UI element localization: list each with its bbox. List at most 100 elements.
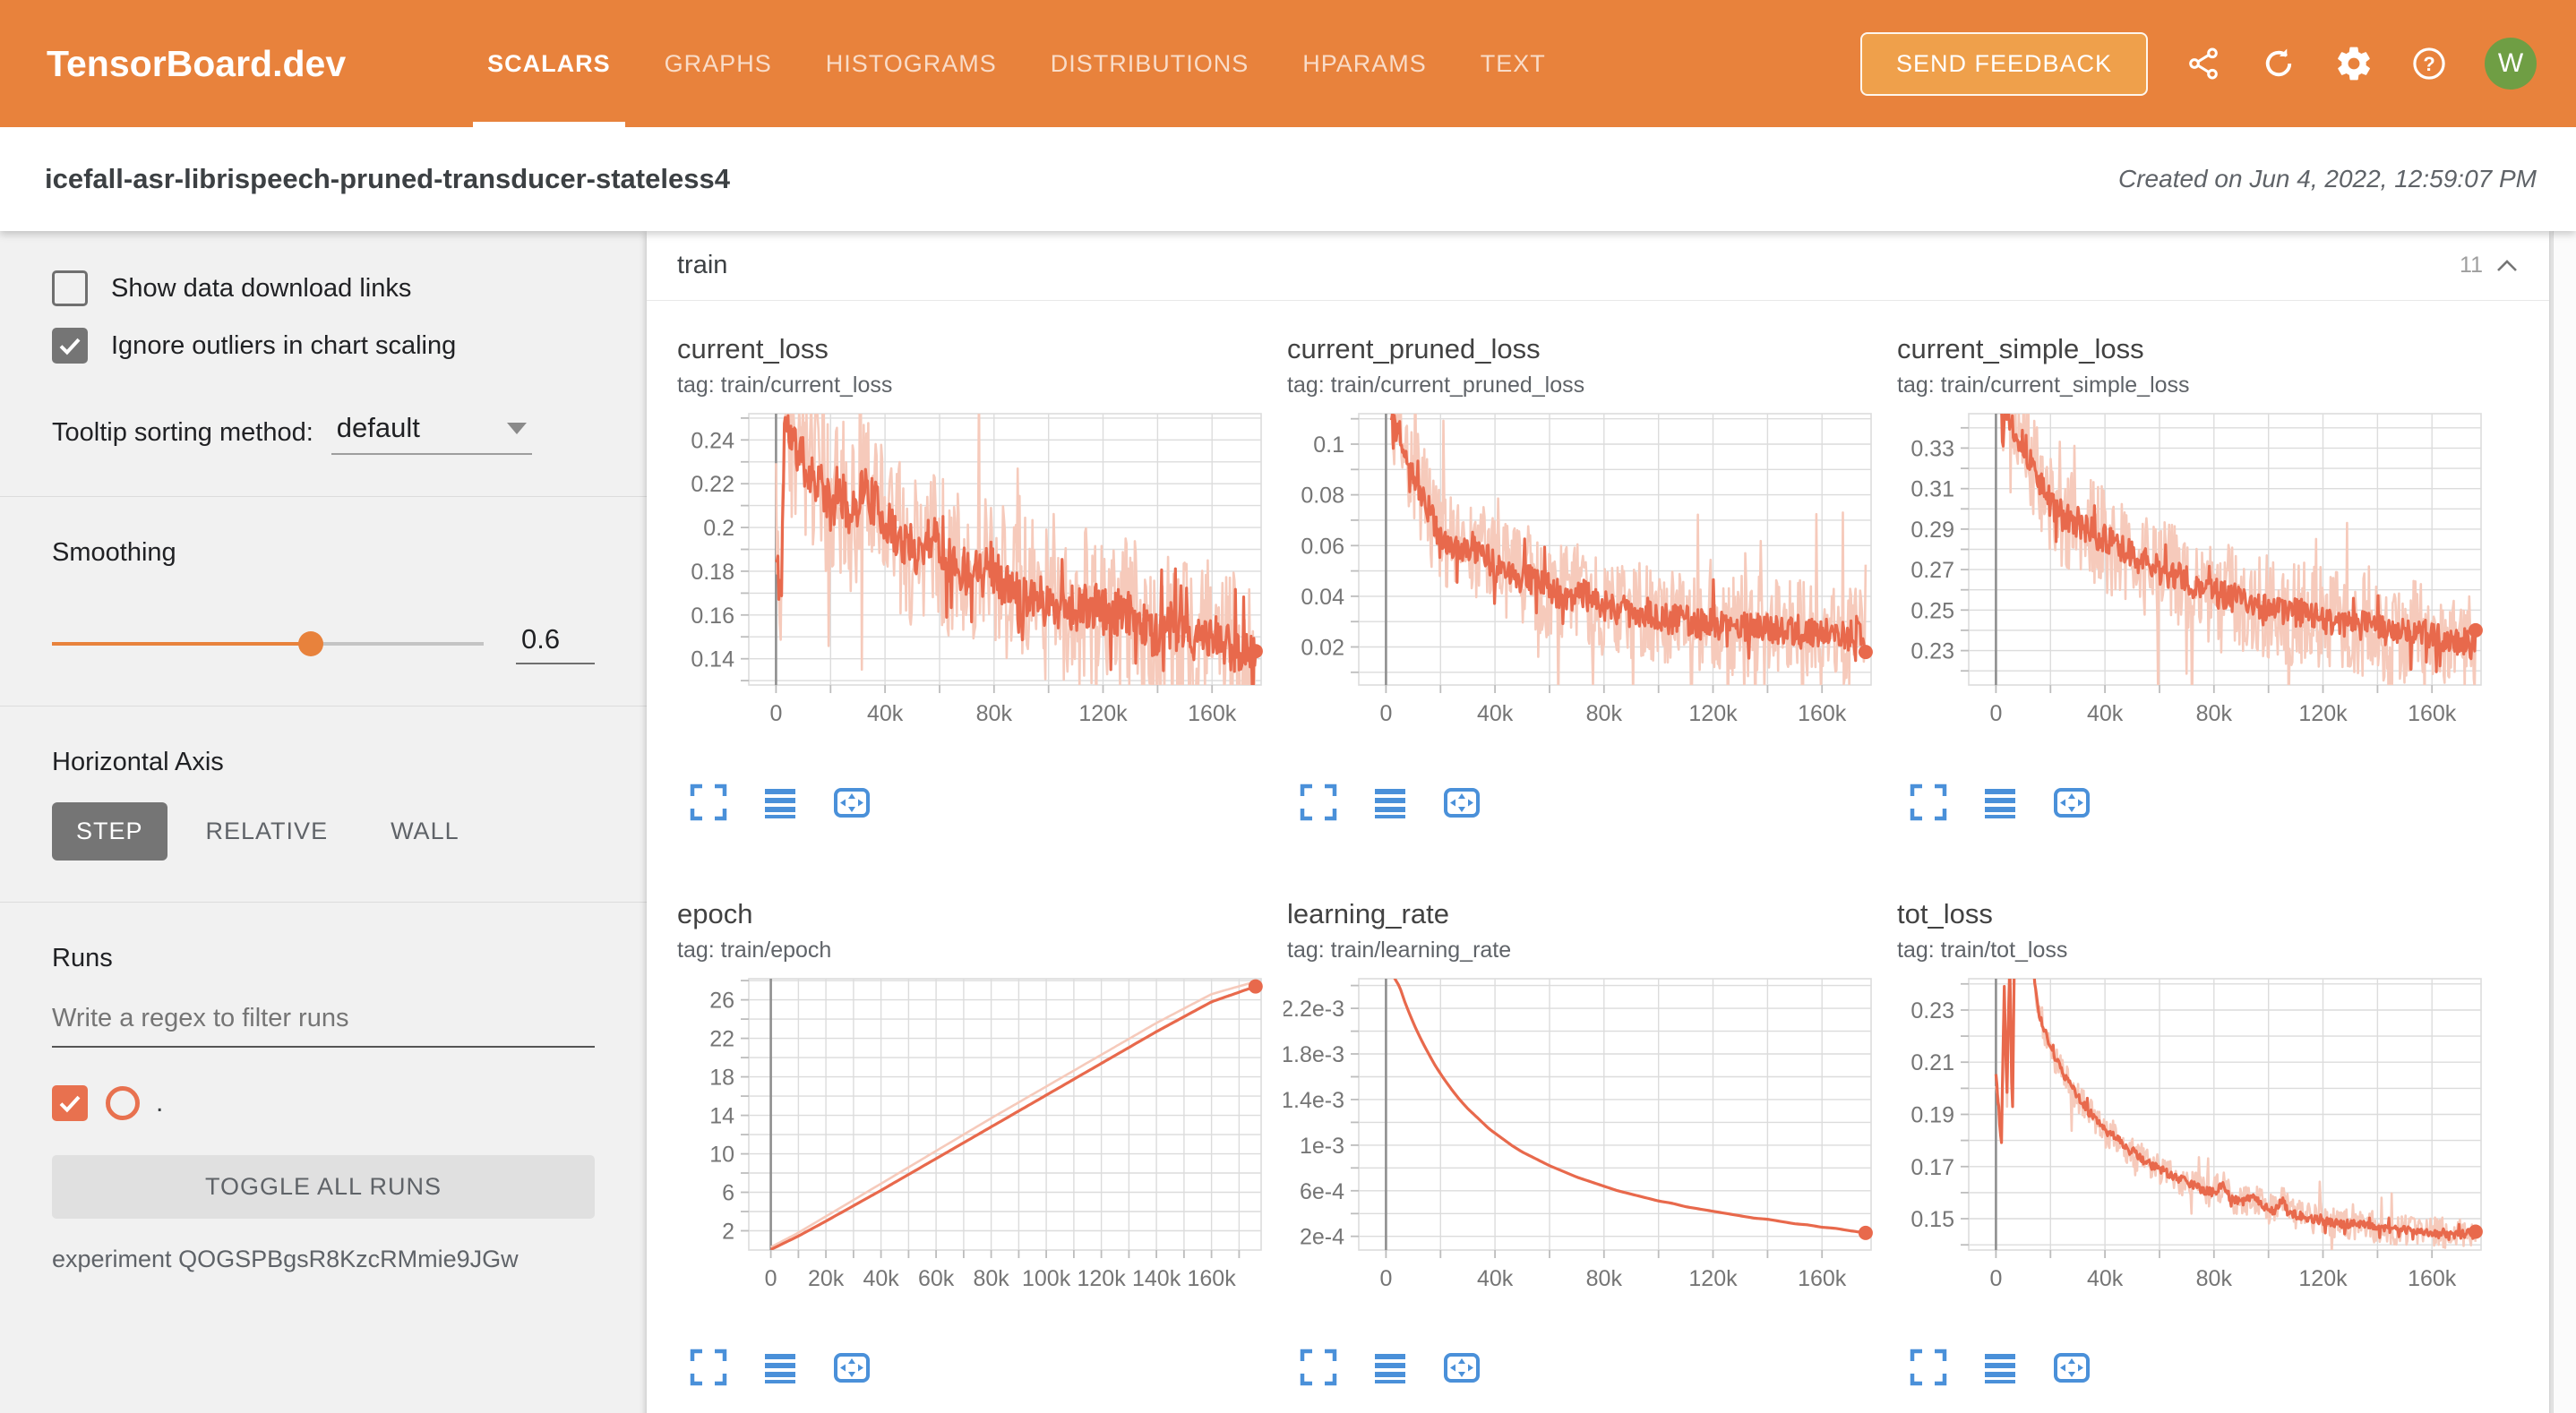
axis-step-button[interactable]: STEP	[52, 802, 167, 861]
tab-graphs[interactable]: GRAPHS	[638, 0, 799, 127]
chevron-up-icon[interactable]	[2495, 259, 2519, 273]
chart-title: current_simple_loss	[1897, 333, 2503, 365]
svg-text:1e-3: 1e-3	[1300, 1134, 1344, 1159]
brand-title: TensorBoard.dev	[47, 43, 346, 85]
section-header-right: 11	[2460, 253, 2519, 278]
svg-text:120k: 120k	[2298, 701, 2348, 726]
axis-wall-button[interactable]: WALL	[366, 802, 484, 861]
show-download-links-checkbox[interactable]: Show data download links	[52, 270, 595, 306]
smoothing-value-field[interactable]: 0.6	[516, 623, 595, 664]
svg-text:0: 0	[1989, 701, 2002, 726]
fullscreen-icon[interactable]	[688, 1347, 729, 1388]
tooltip-sorting-select[interactable]: default	[331, 412, 532, 455]
chart-tag: tag: train/current_loss	[677, 373, 1284, 398]
svg-text:0.08: 0.08	[1301, 484, 1344, 509]
fullscreen-icon[interactable]	[688, 782, 729, 823]
tab-text[interactable]: TEXT	[1454, 0, 1573, 127]
tab-hparams[interactable]: HPARAMS	[1275, 0, 1454, 127]
checkbox-checked-icon[interactable]	[52, 328, 88, 364]
chart-plot-current_loss[interactable]: 040k80k120k160k0.240.220.20.180.160.14	[674, 411, 1265, 773]
chart-actions	[1298, 1347, 1893, 1388]
svg-text:160k: 160k	[2408, 701, 2457, 726]
chart-plot-learning_rate[interactable]: 040k80k120k160k2.2e-31.8e-31.4e-31e-36e-…	[1284, 976, 1875, 1338]
svg-text:0.14: 0.14	[691, 647, 734, 672]
horizontal-bars-icon[interactable]	[760, 1347, 801, 1388]
share-icon[interactable]	[2184, 44, 2223, 83]
help-icon[interactable]: ?	[2409, 44, 2449, 83]
chart-tag: tag: train/learning_rate	[1287, 938, 1893, 963]
fit-to-data-icon[interactable]	[831, 782, 872, 823]
ignore-outliers-checkbox[interactable]: Ignore outliers in chart scaling	[52, 328, 595, 364]
run-color-swatch-icon	[106, 1086, 140, 1120]
fullscreen-icon[interactable]	[1908, 782, 1949, 823]
refresh-icon[interactable]	[2259, 44, 2298, 83]
checkbox-label: Show data download links	[111, 274, 411, 304]
svg-text:0.22: 0.22	[691, 472, 734, 497]
smoothing-slider-row: 0.6	[52, 623, 595, 664]
chart-plot-tot_loss[interactable]: 040k80k120k160k0.230.210.190.170.15	[1893, 976, 2485, 1338]
svg-text:10: 10	[709, 1143, 734, 1168]
fit-to-data-icon[interactable]	[1441, 782, 1482, 823]
chart-title: current_loss	[677, 333, 1284, 365]
run-checkbox-icon[interactable]	[52, 1085, 88, 1121]
svg-text:0.16: 0.16	[691, 604, 734, 629]
settings-gear-icon[interactable]	[2334, 44, 2374, 83]
svg-text:0.21: 0.21	[1911, 1050, 1954, 1075]
slider-thumb[interactable]	[298, 631, 323, 656]
chart-actions	[688, 782, 1284, 823]
chart-card-current_simple_loss: current_simple_loss tag: train/current_si…	[1893, 333, 2503, 823]
fullscreen-icon[interactable]	[1908, 1347, 1949, 1388]
svg-text:18: 18	[709, 1066, 734, 1091]
run-row[interactable]: .	[52, 1085, 595, 1121]
horizontal-bars-icon[interactable]	[760, 782, 801, 823]
tab-histograms[interactable]: HISTOGRAMS	[799, 0, 1024, 127]
svg-text:0.18: 0.18	[691, 560, 734, 585]
chart-tag: tag: train/epoch	[677, 938, 1284, 963]
svg-text:160k: 160k	[1187, 1266, 1236, 1291]
user-avatar[interactable]: W	[2485, 38, 2537, 90]
run-name: .	[156, 1088, 163, 1118]
send-feedback-button[interactable]: SEND FEEDBACK	[1860, 32, 2148, 96]
experiment-title: icefall-asr-librispeech-pruned-transduce…	[45, 163, 730, 195]
runs-filter-input[interactable]	[52, 1004, 595, 1048]
svg-text:0.02: 0.02	[1301, 636, 1344, 661]
svg-text:0.25: 0.25	[1911, 598, 1954, 623]
svg-text:0.15: 0.15	[1911, 1207, 1954, 1232]
train-section-header[interactable]: train 11	[647, 231, 2549, 301]
tab-distributions[interactable]: DISTRIBUTIONS	[1024, 0, 1276, 127]
svg-text:120k: 120k	[2298, 1266, 2348, 1291]
svg-text:0.33: 0.33	[1911, 436, 1954, 461]
fit-to-data-icon[interactable]	[831, 1347, 872, 1388]
chart-plot-current_pruned_loss[interactable]: 040k80k120k160k0.10.080.060.040.02	[1284, 411, 1875, 773]
svg-text:0.29: 0.29	[1911, 518, 1954, 543]
fit-to-data-icon[interactable]	[2051, 782, 2092, 823]
smoothing-slider[interactable]	[52, 642, 484, 646]
chart-plot-epoch[interactable]: 020k40k60k80k100k120k140k160k26221814106…	[674, 976, 1265, 1338]
horizontal-bars-icon[interactable]	[1370, 1347, 1411, 1388]
fullscreen-icon[interactable]	[1298, 1347, 1339, 1388]
horizontal-bars-icon[interactable]	[1370, 782, 1411, 823]
fit-to-data-icon[interactable]	[2051, 1347, 2092, 1388]
toggle-all-runs-button[interactable]: TOGGLE ALL RUNS	[52, 1155, 595, 1219]
horizontal-bars-icon[interactable]	[1979, 1347, 2021, 1388]
section-count: 11	[2460, 253, 2483, 278]
axis-relative-button[interactable]: RELATIVE	[182, 802, 353, 861]
chart-card-tot_loss: tot_losstag: train/tot_loss040k80k120k16…	[1893, 898, 2503, 1388]
chart-plot-current_simple_loss[interactable]: 040k80k120k160k0.330.310.290.270.250.23	[1893, 411, 2485, 773]
settings-sidebar: Show data download links Ignore outliers…	[0, 231, 647, 1413]
svg-text:14: 14	[709, 1104, 734, 1129]
tooltip-sorting-value: default	[337, 412, 420, 444]
scrollbar[interactable]	[2553, 231, 2576, 1413]
horizontal-bars-icon[interactable]	[1979, 782, 2021, 823]
fullscreen-icon[interactable]	[1298, 782, 1339, 823]
svg-text:2: 2	[722, 1220, 734, 1245]
svg-text:6: 6	[722, 1181, 734, 1206]
chart-tag: tag: train/current_simple_loss	[1897, 373, 2503, 398]
fit-to-data-icon[interactable]	[1441, 1347, 1482, 1388]
checkbox-unchecked-icon[interactable]	[52, 270, 88, 306]
tab-scalars[interactable]: SCALARS	[460, 0, 638, 127]
svg-text:0.2: 0.2	[703, 516, 734, 541]
chart-card-learning_rate: learning_ratetag: train/learning_rate040…	[1284, 898, 1893, 1388]
svg-text:0.04: 0.04	[1301, 585, 1344, 610]
divider	[0, 902, 647, 903]
